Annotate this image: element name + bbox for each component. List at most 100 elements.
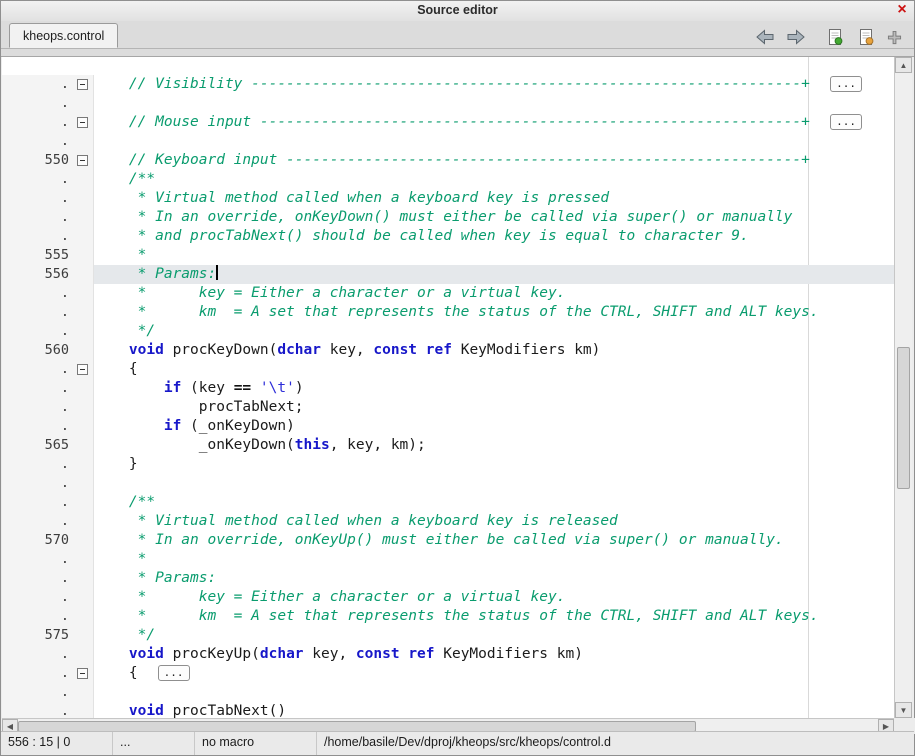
fold-column [72, 569, 94, 588]
code-text[interactable]: * key = Either a character or a virtual … [94, 588, 894, 607]
code-line: 556 * Params: [2, 265, 894, 284]
folded-code-box[interactable]: ... [830, 76, 862, 92]
line-number: . [2, 322, 72, 341]
fold-marker[interactable] [77, 79, 88, 90]
code-text[interactable] [94, 132, 894, 151]
code-text[interactable]: // Mouse input -------------------------… [94, 113, 894, 132]
code-line: . if (_onKeyDown) [2, 417, 894, 436]
scroll-up-button[interactable]: ▲ [895, 57, 912, 73]
code-text[interactable]: _onKeyDown(this, key, km); [94, 436, 894, 455]
line-number: . [2, 664, 72, 683]
window-title: Source editor [1, 3, 914, 17]
detach-split-button[interactable] [886, 27, 902, 47]
token-pl [94, 418, 164, 434]
code-text[interactable]: /** [94, 493, 894, 512]
line-number: . [2, 170, 72, 189]
token-kw: dchar [277, 342, 321, 358]
line-number: . [2, 702, 72, 718]
folded-code-box[interactable]: ... [158, 665, 190, 681]
fold-marker[interactable] [77, 117, 88, 128]
token-pl [94, 190, 129, 206]
token-pl: { [94, 361, 138, 377]
vertical-scrollbar-thumb[interactable] [897, 347, 910, 489]
code-line: . * Params: [2, 569, 894, 588]
tab-kheops-control[interactable]: kheops.control [9, 23, 118, 48]
nav-back-button[interactable] [754, 27, 776, 47]
fold-column [72, 94, 94, 113]
line-number: . [2, 550, 72, 569]
code-text[interactable]: /** [94, 170, 894, 189]
scroll-down-button[interactable]: ▼ [895, 702, 912, 718]
tab-strip: kheops.control [1, 21, 914, 57]
code-text[interactable]: void procTabNext() [94, 702, 894, 718]
fold-marker[interactable] [77, 668, 88, 679]
code-text[interactable]: { [94, 360, 894, 379]
line-number: . [2, 75, 72, 94]
token-pl [94, 209, 129, 225]
code-line: . * km = A set that represents the statu… [2, 303, 894, 322]
fold-column [72, 360, 94, 379]
code-text[interactable]: * key = Either a character or a virtual … [94, 284, 894, 303]
save-document-button[interactable] [855, 27, 877, 47]
nav-forward-button[interactable] [785, 27, 807, 47]
code-line: . /** [2, 170, 894, 189]
code-text[interactable] [94, 94, 894, 113]
fold-column [72, 493, 94, 512]
line-number: 550 [2, 151, 72, 170]
token-cmt: /** [129, 171, 155, 187]
code-text[interactable]: procTabNext; [94, 398, 894, 417]
code-text[interactable]: // Visibility --------------------------… [94, 75, 894, 94]
token-pl: ) [295, 380, 304, 396]
line-number: . [2, 360, 72, 379]
token-pl: { [94, 665, 138, 681]
code-text[interactable] [94, 474, 894, 493]
token-cmt: * km = A set that represents the status … [129, 304, 819, 320]
code-text[interactable]: void procKeyUp(dchar key, const ref KeyM… [94, 645, 894, 664]
code-line: . [2, 132, 894, 151]
code-text[interactable]: * Virtual method called when a keyboard … [94, 512, 894, 531]
token-pl: procTabNext; [94, 399, 304, 415]
code-text[interactable]: * Params: [94, 569, 894, 588]
editor-viewport[interactable]: . // Visibility ------------------------… [2, 57, 894, 718]
code-line: . { [2, 360, 894, 379]
line-number: 555 [2, 246, 72, 265]
code-text[interactable]: * km = A set that represents the status … [94, 607, 894, 626]
fold-column [72, 702, 94, 718]
code-text[interactable]: * Params: [94, 265, 894, 284]
fold-marker[interactable] [77, 155, 88, 166]
token-pl [94, 551, 129, 567]
code-text[interactable]: } [94, 455, 894, 474]
token-pl [251, 380, 260, 396]
token-cmt: */ [129, 627, 155, 643]
code-text[interactable] [94, 683, 894, 702]
code-text[interactable]: if (_onKeyDown) [94, 417, 894, 436]
code-text[interactable]: * In an override, onKeyUp() must either … [94, 531, 894, 550]
code-text[interactable]: // Keyboard input ----------------------… [94, 151, 894, 170]
code-text[interactable]: * km = A set that represents the status … [94, 303, 894, 322]
token-cmt: /** [129, 494, 155, 510]
folded-code-box[interactable]: ... [830, 114, 862, 130]
code-text[interactable]: * In an override, onKeyDown() must eithe… [94, 208, 894, 227]
close-button[interactable]: × [893, 1, 911, 20]
fold-marker[interactable] [77, 364, 88, 375]
code-line: . // Mouse input -----------------------… [2, 113, 894, 132]
macro-state-panel: no macro [195, 732, 317, 755]
code-text[interactable]: {... [94, 664, 894, 683]
code-text[interactable]: if (key == '\t') [94, 379, 894, 398]
new-document-button[interactable] [824, 27, 846, 47]
code-text[interactable]: * [94, 550, 894, 569]
token-pl [94, 570, 129, 586]
token-cmt: * In an override, onKeyDown() must eithe… [129, 209, 792, 225]
vertical-scrollbar[interactable]: ▲ ▼ [894, 57, 912, 718]
fold-column [72, 151, 94, 170]
code-text[interactable]: * [94, 246, 894, 265]
code-text[interactable]: */ [94, 322, 894, 341]
token-pl: key, [321, 342, 373, 358]
token-cmt: * key = Either a character or a virtual … [129, 589, 566, 605]
fold-column [72, 208, 94, 227]
code-text[interactable]: * and procTabNext() should be called whe… [94, 227, 894, 246]
code-text[interactable]: void procKeyDown(dchar key, const ref Ke… [94, 341, 894, 360]
code-text[interactable]: */ [94, 626, 894, 645]
token-pl [94, 76, 129, 92]
code-text[interactable]: * Virtual method called when a keyboard … [94, 189, 894, 208]
